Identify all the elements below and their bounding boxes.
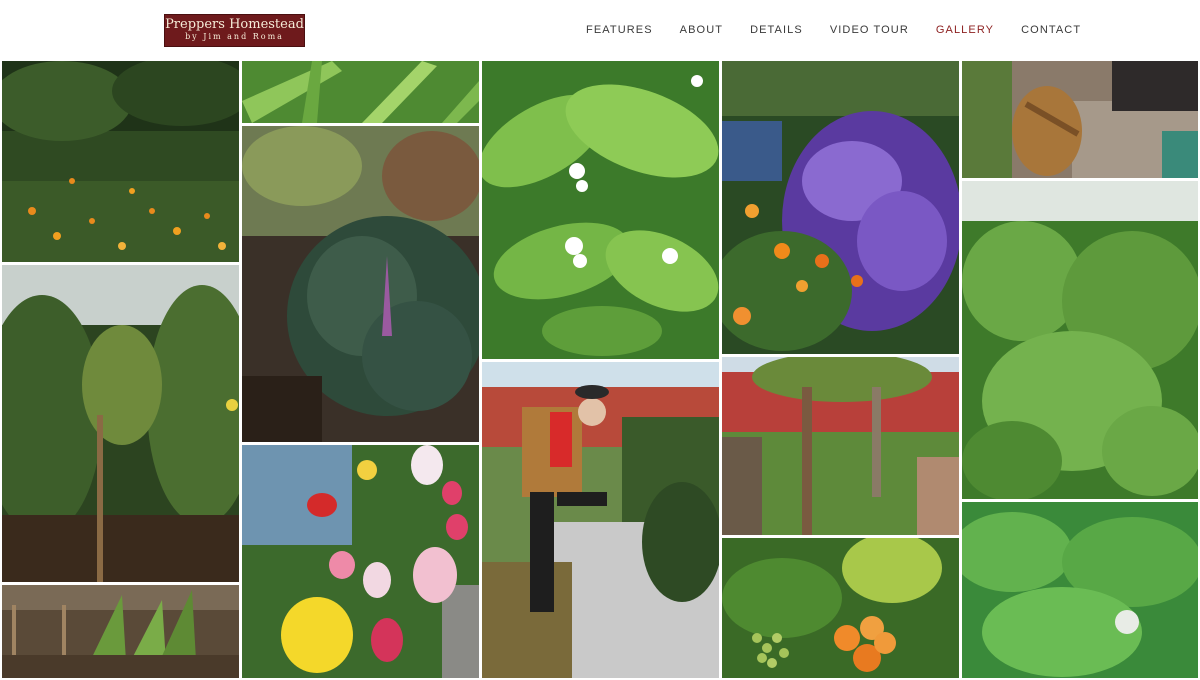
photo-fruit-trees <box>722 357 959 535</box>
photo-corn-leaves <box>242 61 479 123</box>
photo-kale <box>242 126 479 442</box>
gallery-photo-bench[interactable] <box>962 61 1198 178</box>
site-logo[interactable]: Preppers Homestead by Jim and Roma <box>164 14 305 47</box>
gallery-photo-lily-of-valley[interactable] <box>482 61 719 359</box>
photo-ferny-greens <box>962 502 1198 678</box>
gallery-photo-gardener[interactable] <box>482 362 719 678</box>
gallery-photo-fruit-trees[interactable] <box>722 357 959 535</box>
photo-greenhouse <box>2 585 239 678</box>
photo-garden-rows <box>2 61 239 262</box>
photo-asters-zinnias <box>722 61 959 354</box>
photo-bench <box>962 61 1198 178</box>
photo-gardener <box>482 362 719 678</box>
nav-features[interactable]: FEATURES <box>586 22 653 38</box>
nav-about[interactable]: ABOUT <box>680 22 723 38</box>
nav-details[interactable]: DETAILS <box>750 22 803 38</box>
nav-video-tour[interactable]: VIDEO TOUR <box>830 22 909 38</box>
gallery-photo-ferny-greens[interactable] <box>962 502 1198 678</box>
gallery-photo-asters-zinnias[interactable] <box>722 61 959 354</box>
gallery-photo-tulips[interactable] <box>242 445 479 678</box>
logo-title: Preppers Homestead <box>165 17 304 32</box>
photo-apricots-grapes <box>722 538 959 678</box>
main-nav: FEATURES ABOUT DETAILS VIDEO TOUR GALLER… <box>586 22 1108 38</box>
photo-tulips <box>242 445 479 678</box>
nav-gallery[interactable]: GALLERY <box>936 22 994 38</box>
photo-lily-of-valley <box>482 61 719 359</box>
gallery-photo-garden-rows[interactable] <box>2 61 239 262</box>
nav-contact[interactable]: CONTACT <box>1021 22 1081 38</box>
logo-subtitle: by Jim and Roma <box>185 32 284 41</box>
photo-tall-vines <box>2 265 239 582</box>
gallery-photo-kale[interactable] <box>242 126 479 442</box>
gallery-photo-corn-leaves[interactable] <box>242 61 479 123</box>
gallery-photo-tall-vines[interactable] <box>2 265 239 582</box>
photo-leafy-shrub <box>962 181 1198 499</box>
site-header: Preppers Homestead by Jim and Roma FEATU… <box>0 0 1200 60</box>
gallery-photo-apricots-grapes[interactable] <box>722 538 959 678</box>
gallery-photo-leafy-shrub[interactable] <box>962 181 1198 499</box>
gallery-photo-greenhouse[interactable] <box>2 585 239 678</box>
